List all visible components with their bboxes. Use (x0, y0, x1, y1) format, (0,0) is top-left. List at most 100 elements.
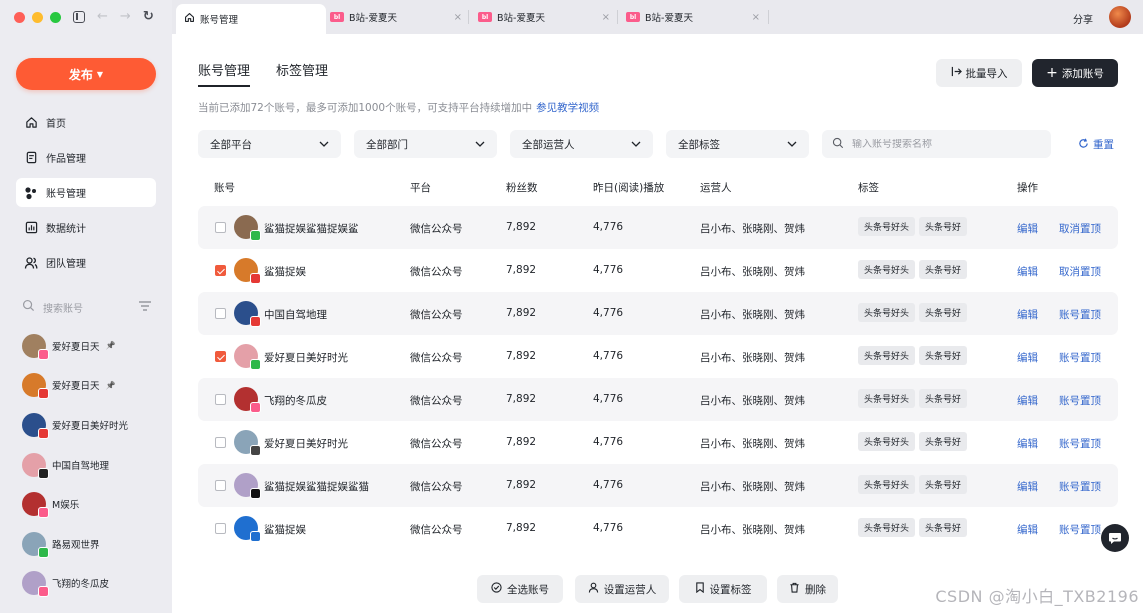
edit-link[interactable]: 编辑 (1017, 522, 1038, 537)
add-account-button[interactable]: + 添加账号 (1032, 59, 1118, 87)
row-checkbox[interactable] (215, 523, 226, 534)
filter-icon[interactable] (138, 300, 152, 315)
pin-toggle-link[interactable]: 账号置顶 (1059, 522, 1101, 537)
pin-toggle-link[interactable]: 账号置顶 (1059, 350, 1101, 365)
row-checkbox[interactable] (215, 480, 226, 491)
platform-cell: 微信公众号 (410, 481, 463, 493)
hint-text: 当前已添加72个账号，最多可添加1000个账号，可支持平台持续增加中 (198, 102, 533, 114)
batch-import-button[interactable]: 批量导入 (936, 59, 1022, 87)
refresh-icon[interactable]: ↻ (143, 9, 154, 24)
edit-link[interactable]: 编辑 (1017, 436, 1038, 451)
fans-cell: 7,892 (506, 522, 537, 534)
sidebar-account-item[interactable]: 爱好夏日天 📌 (22, 326, 162, 366)
pin-toggle-link[interactable]: 取消置顶 (1059, 221, 1101, 236)
avatar (22, 412, 49, 439)
avatar (22, 531, 49, 558)
row-checkbox[interactable] (215, 394, 226, 405)
tab-account-management[interactable]: 账号管理 (176, 4, 326, 34)
bilibili-icon: bl (478, 12, 492, 22)
tab-label: B站-爱夏天 (645, 13, 693, 24)
sidebar-search[interactable]: 搜索账号 (22, 298, 152, 316)
account-count-hint: 当前已添加72个账号，最多可添加1000个账号，可支持平台持续增加中 参见教学视频 (198, 100, 599, 115)
close-icon[interactable]: × (752, 12, 760, 23)
tab-bilibili-3[interactable]: bl B站-爱夏天 × (618, 4, 768, 30)
account-name: 飞翔的冬瓜皮 (52, 579, 110, 591)
browser-tab-bar: 账号管理 bl B站-爱夏天 × bl B站-爱夏天 × bl B站-爱夏天 ×… (172, 0, 1143, 34)
set-operator-button[interactable]: 设置运营人 (575, 575, 669, 603)
tab-tags[interactable]: 标签管理 (276, 60, 328, 87)
tab-bilibili-1[interactable]: bl B站-爱夏天 × (322, 4, 470, 30)
minimize-window-button[interactable] (32, 12, 43, 23)
publish-button[interactable]: 发布 ▼ (16, 58, 156, 90)
edit-link[interactable]: 编辑 (1017, 393, 1038, 408)
sidebar-account-item[interactable]: 爱好夏日天 📌 (22, 366, 162, 406)
user-avatar[interactable] (1109, 6, 1131, 28)
department-filter[interactable]: 全部部门 (354, 130, 497, 158)
sidebar-account-item[interactable]: 路易观世界 (22, 524, 162, 564)
tag-filter[interactable]: 全部标签 (666, 130, 809, 158)
pin-icon: 📌 (105, 380, 116, 390)
sidebar-account-item[interactable]: 飞翔的冬瓜皮 (22, 564, 162, 604)
platform-cell: 微信公众号 (410, 309, 463, 321)
sidebar-item-stats[interactable]: 数据统计 (16, 213, 156, 242)
tutorial-video-link[interactable]: 参见教学视频 (536, 102, 599, 114)
pin-toggle-link[interactable]: 账号置顶 (1059, 436, 1101, 451)
row-checkbox[interactable] (215, 222, 226, 233)
tag-badge: 头条号好 (919, 432, 968, 451)
pin-toggle-link[interactable]: 账号置顶 (1059, 393, 1101, 408)
chevron-down-icon (475, 138, 485, 150)
sidebar-item-team[interactable]: 团队管理 (16, 248, 156, 277)
operator-filter[interactable]: 全部运营人 (510, 130, 653, 158)
sidebar-item-label: 首页 (46, 119, 66, 130)
back-arrow-icon[interactable]: ← (97, 9, 108, 24)
forward-arrow-icon[interactable]: → (120, 9, 131, 24)
account-search-input[interactable] (852, 138, 1032, 150)
edit-link[interactable]: 编辑 (1017, 264, 1038, 279)
tab-bilibili-2[interactable]: bl B站-爱夏天 × (470, 4, 618, 30)
refresh-icon (1078, 138, 1089, 152)
table-row: 爱好夏日美好时光 微信公众号 7,892 4,776 吕小布、张晓刚、贺炜 头条号好头 头条… (198, 421, 1118, 464)
sidebar-account-item[interactable]: M娱乐 (22, 484, 162, 524)
share-button[interactable]: 分享 (1073, 11, 1093, 26)
maximize-window-button[interactable] (50, 12, 61, 23)
tags-cell: 头条号好头 头条号好 (858, 389, 968, 408)
row-checkbox[interactable] (215, 265, 226, 276)
sidebar-toggle-icon[interactable] (73, 10, 85, 23)
pin-toggle-link[interactable]: 账号置顶 (1059, 307, 1101, 322)
sidebar-account-item[interactable]: 中国自驾地理 (22, 445, 162, 485)
sidebar-item-home[interactable]: 首页 (16, 108, 156, 137)
sidebar-account-item[interactable]: 爱好夏日美好时光 (22, 405, 162, 445)
delete-button[interactable]: 删除 (777, 575, 838, 603)
delete-label: 删除 (805, 583, 826, 596)
sidebar-item-works[interactable]: 作品管理 (16, 143, 156, 172)
close-icon[interactable]: × (454, 12, 462, 23)
table-row: 中国自驾地理 微信公众号 7,892 4,776 吕小布、张晓刚、贺炜 头条号好头 头条号好… (198, 292, 1118, 335)
reset-button[interactable]: 重置 (1078, 137, 1114, 152)
pin-toggle-link[interactable]: 取消置顶 (1059, 264, 1101, 279)
select-all-button[interactable]: 全选账号 (477, 575, 563, 603)
close-icon[interactable]: × (602, 12, 610, 23)
edit-link[interactable]: 编辑 (1017, 479, 1038, 494)
pin-icon: 📌 (105, 341, 116, 351)
platform-filter[interactable]: 全部平台 (198, 130, 341, 158)
tag-badge: 头条号好头 (858, 475, 916, 494)
row-checkbox[interactable] (215, 308, 226, 319)
chevron-down-icon (631, 138, 641, 150)
user-icon (588, 582, 599, 596)
platform-cell: 微信公众号 (410, 266, 463, 278)
tab-accounts[interactable]: 账号管理 (198, 60, 251, 87)
edit-link[interactable]: 编辑 (1017, 307, 1038, 322)
tag-badge: 头条号好 (919, 346, 968, 365)
edit-link[interactable]: 编辑 (1017, 221, 1038, 236)
close-window-button[interactable] (14, 12, 25, 23)
row-checkbox[interactable] (215, 351, 226, 362)
set-tag-button[interactable]: 设置标签 (679, 575, 767, 603)
column-header-operators: 运营人 (700, 182, 732, 194)
chat-support-button[interactable] (1101, 524, 1129, 552)
row-checkbox[interactable] (215, 437, 226, 448)
platform-badge-icon (38, 546, 49, 558)
pin-toggle-link[interactable]: 账号置顶 (1059, 479, 1101, 494)
avatar (22, 452, 49, 479)
edit-link[interactable]: 编辑 (1017, 350, 1038, 365)
sidebar-item-accounts[interactable]: 账号管理 (16, 178, 156, 207)
